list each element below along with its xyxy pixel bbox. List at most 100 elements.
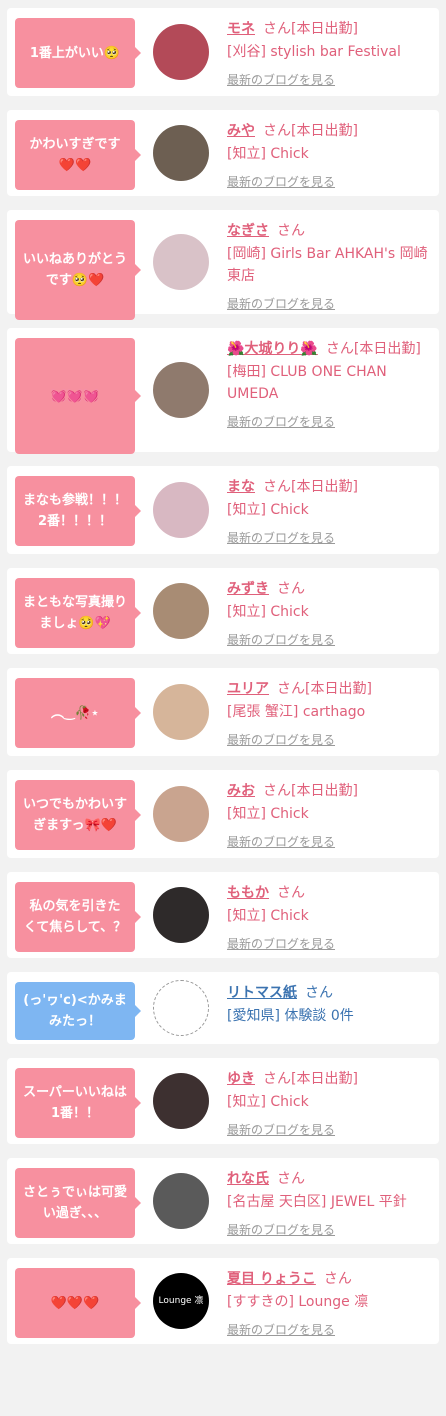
latest-blog-link[interactable]: 最新のブログを見る	[227, 527, 429, 549]
comment-bubble: いつでもかわいすぎますっ🎀❤️	[15, 780, 141, 850]
author-status: さん	[277, 885, 305, 901]
shop-label: [尾張 蟹江] carthago	[227, 704, 366, 720]
latest-blog-link[interactable]: 最新のブログを見る	[227, 933, 429, 955]
latest-blog-link[interactable]: 最新のブログを見る	[227, 1119, 429, 1141]
author-info: 夏目 りょうこ さん [すすきの] Lounge 凛最新のブログを見る	[227, 1268, 429, 1341]
avatar[interactable]	[153, 24, 209, 80]
shop-label: [刈谷] stylish bar Festival	[227, 44, 401, 60]
latest-blog-link[interactable]: 最新のブログを見る	[227, 629, 429, 651]
comment-card: かわいすぎです❤️❤️ みや さん[本日出勤] [知立] Chick 最新のブログを見る	[7, 110, 439, 196]
comment-bubble: まともな写真撮りましょ🥺💖	[15, 578, 141, 648]
author-line: れな氏 さん	[227, 1168, 429, 1190]
latest-blog-link[interactable]: 最新のブログを見る	[227, 1319, 429, 1341]
shop-label: [知立] Chick	[227, 1094, 309, 1110]
comment-card: いつでもかわいすぎますっ🎀❤️ みお さん[本日出勤] [知立] Chick 最新のブロ…	[7, 770, 439, 858]
latest-blog-link[interactable]: 最新のブログを見る	[227, 293, 429, 315]
author-name-link[interactable]: ユリア	[227, 681, 269, 697]
avatar[interactable]	[153, 583, 209, 639]
shop-label: [知立] Chick	[227, 806, 309, 822]
comment-list: 1番上がいい🥺 モネ さん[本日出勤] [刈谷] stylish bar Festiv…	[0, 0, 446, 1344]
comment-card: いいねありがとうです🥺❤️ なぎさ さん [岡崎] Girls Bar AHKAH's…	[7, 210, 439, 320]
avatar[interactable]	[153, 887, 209, 943]
author-info: リトマス紙 さん [愛知県] 体験談 0件	[227, 982, 429, 1027]
comment-card: (っ'ヮ'c)<かみまみたっ！ リトマス紙 さん [愛知県] 体験談 0件	[7, 972, 439, 1044]
shop-label: [知立] Chick	[227, 908, 309, 924]
latest-blog-link[interactable]: 最新のブログを見る	[227, 831, 429, 853]
avatar[interactable]	[153, 362, 209, 418]
comment-bubble: かわいすぎです❤️❤️	[15, 120, 141, 190]
author-name-link[interactable]: なぎさ	[227, 223, 269, 239]
comment-bubble: 1番上がいい🥺	[15, 18, 141, 88]
comment-card: 私の気を引きたくて焦らして、？ ももか さん [知立] Chick 最新のブログを見る	[7, 872, 439, 958]
author-status: さん[本日出勤]	[263, 123, 358, 139]
author-status: さん	[305, 985, 333, 1001]
latest-blog-link[interactable]: 最新のブログを見る	[227, 1219, 429, 1241]
shop-label: [知立] Chick	[227, 502, 309, 518]
author-name-link[interactable]: れな氏	[227, 1171, 269, 1187]
avatar[interactable]	[153, 1073, 209, 1129]
comment-bubble: ❤️❤️❤️	[15, 1268, 141, 1338]
comment-bubble: 💓💓💓	[15, 338, 141, 454]
author-name-link[interactable]: ももか	[227, 885, 269, 901]
author-info: みお さん[本日出勤] [知立] Chick 最新のブログを見る	[227, 780, 429, 853]
author-name-link[interactable]: みお	[227, 783, 255, 799]
latest-blog-link[interactable]: 最新のブログを見る	[227, 69, 429, 91]
author-info: ゆき さん[本日出勤] [知立] Chick 最新のブログを見る	[227, 1068, 429, 1141]
latest-blog-link[interactable]: 最新のブログを見る	[227, 411, 429, 433]
comment-bubble: スーパーいいねは1番！！	[15, 1068, 141, 1138]
author-info: なぎさ さん [岡崎] Girls Bar AHKAH's 岡崎東店最新のブログを見…	[227, 220, 429, 315]
author-name-link[interactable]: みや	[227, 123, 255, 139]
comment-card: まともな写真撮りましょ🥺💖 みずき さん [知立] Chick 最新のブログを見る	[7, 568, 439, 654]
comment-bubble: さとぅでぃは可愛い過ぎ、、、	[15, 1168, 141, 1238]
comment-bubble: ︵‿🥀⋆	[15, 678, 141, 748]
author-status: さん	[277, 581, 305, 597]
comment-card: ❤️❤️❤️ Lounge 凛 夏目 りょうこ さん [すすきの] Lounge 凛最新…	[7, 1258, 439, 1344]
avatar[interactable]	[153, 125, 209, 181]
author-info: まな さん[本日出勤] [知立] Chick 最新のブログを見る	[227, 476, 429, 549]
author-status: さん	[323, 1271, 352, 1287]
comment-card: ︵‿🥀⋆ ユリア さん[本日出勤] [尾張 蟹江] carthago 最新のブログを見る	[7, 668, 439, 756]
author-status: さん[本日出勤]	[263, 783, 358, 799]
shop-label: [知立] Chick	[227, 146, 309, 162]
author-line: リトマス紙 さん	[227, 982, 429, 1004]
avatar[interactable]	[153, 482, 209, 538]
author-line: ユリア さん[本日出勤]	[227, 678, 429, 700]
author-status: さん[本日出勤]	[325, 341, 421, 357]
comment-bubble: (っ'ヮ'c)<かみまみたっ！	[15, 982, 141, 1040]
avatar[interactable]	[153, 1173, 209, 1229]
avatar[interactable]	[153, 234, 209, 290]
shop-label: [岡崎] Girls Bar AHKAH's 岡崎東店	[227, 246, 428, 284]
author-info: ももか さん [知立] Chick 最新のブログを見る	[227, 882, 429, 955]
author-name-link[interactable]: 夏目 りょうこ	[227, 1271, 316, 1287]
comment-card: さとぅでぃは可愛い過ぎ、、、 れな氏 さん [名古屋 天白区] JEWEL 平針最新の…	[7, 1158, 439, 1244]
author-status: さん[本日出勤]	[263, 21, 358, 37]
author-info: みや さん[本日出勤] [知立] Chick 最新のブログを見る	[227, 120, 429, 193]
author-status: さん[本日出勤]	[263, 479, 358, 495]
author-info: みずき さん [知立] Chick 最新のブログを見る	[227, 578, 429, 651]
latest-blog-link[interactable]: 最新のブログを見る	[227, 171, 429, 193]
shop-label: [知立] Chick	[227, 604, 309, 620]
author-line: まな さん[本日出勤]	[227, 476, 429, 498]
author-name-link[interactable]: 🌺大城りり🌺	[227, 341, 318, 357]
author-status: さん	[277, 223, 305, 239]
avatar[interactable]: Lounge 凛	[153, 1273, 209, 1329]
author-info: れな氏 さん [名古屋 天白区] JEWEL 平針最新のブログを見る	[227, 1168, 429, 1241]
avatar[interactable]	[153, 980, 209, 1036]
author-name-link[interactable]: みずき	[227, 581, 269, 597]
avatar[interactable]	[153, 786, 209, 842]
author-name-link[interactable]: ゆき	[227, 1071, 255, 1087]
author-status: さん[本日出勤]	[263, 1071, 358, 1087]
author-line: 🌺大城りり🌺 さん[本日出勤]	[227, 338, 429, 360]
comment-card: スーパーいいねは1番！！ ゆき さん[本日出勤] [知立] Chick 最新のブログを見…	[7, 1058, 439, 1144]
shop-label: [梅田] CLUB ONE CHAN UMEDA	[227, 364, 387, 402]
shop-label: [名古屋 天白区] JEWEL 平針	[227, 1194, 407, 1210]
shop-label: [愛知県] 体験談 0件	[227, 1008, 354, 1024]
author-name-link[interactable]: まな	[227, 479, 255, 495]
avatar[interactable]	[153, 684, 209, 740]
author-name-link[interactable]: モネ	[227, 21, 255, 37]
comment-card: 💓💓💓 🌺大城りり🌺 さん[本日出勤] [梅田] CLUB ONE CHAN UMED…	[7, 328, 439, 454]
author-name-link[interactable]: リトマス紙	[227, 985, 297, 1001]
comment-bubble: いいねありがとうです🥺❤️	[15, 220, 141, 320]
author-line: ゆき さん[本日出勤]	[227, 1068, 429, 1090]
latest-blog-link[interactable]: 最新のブログを見る	[227, 729, 429, 751]
